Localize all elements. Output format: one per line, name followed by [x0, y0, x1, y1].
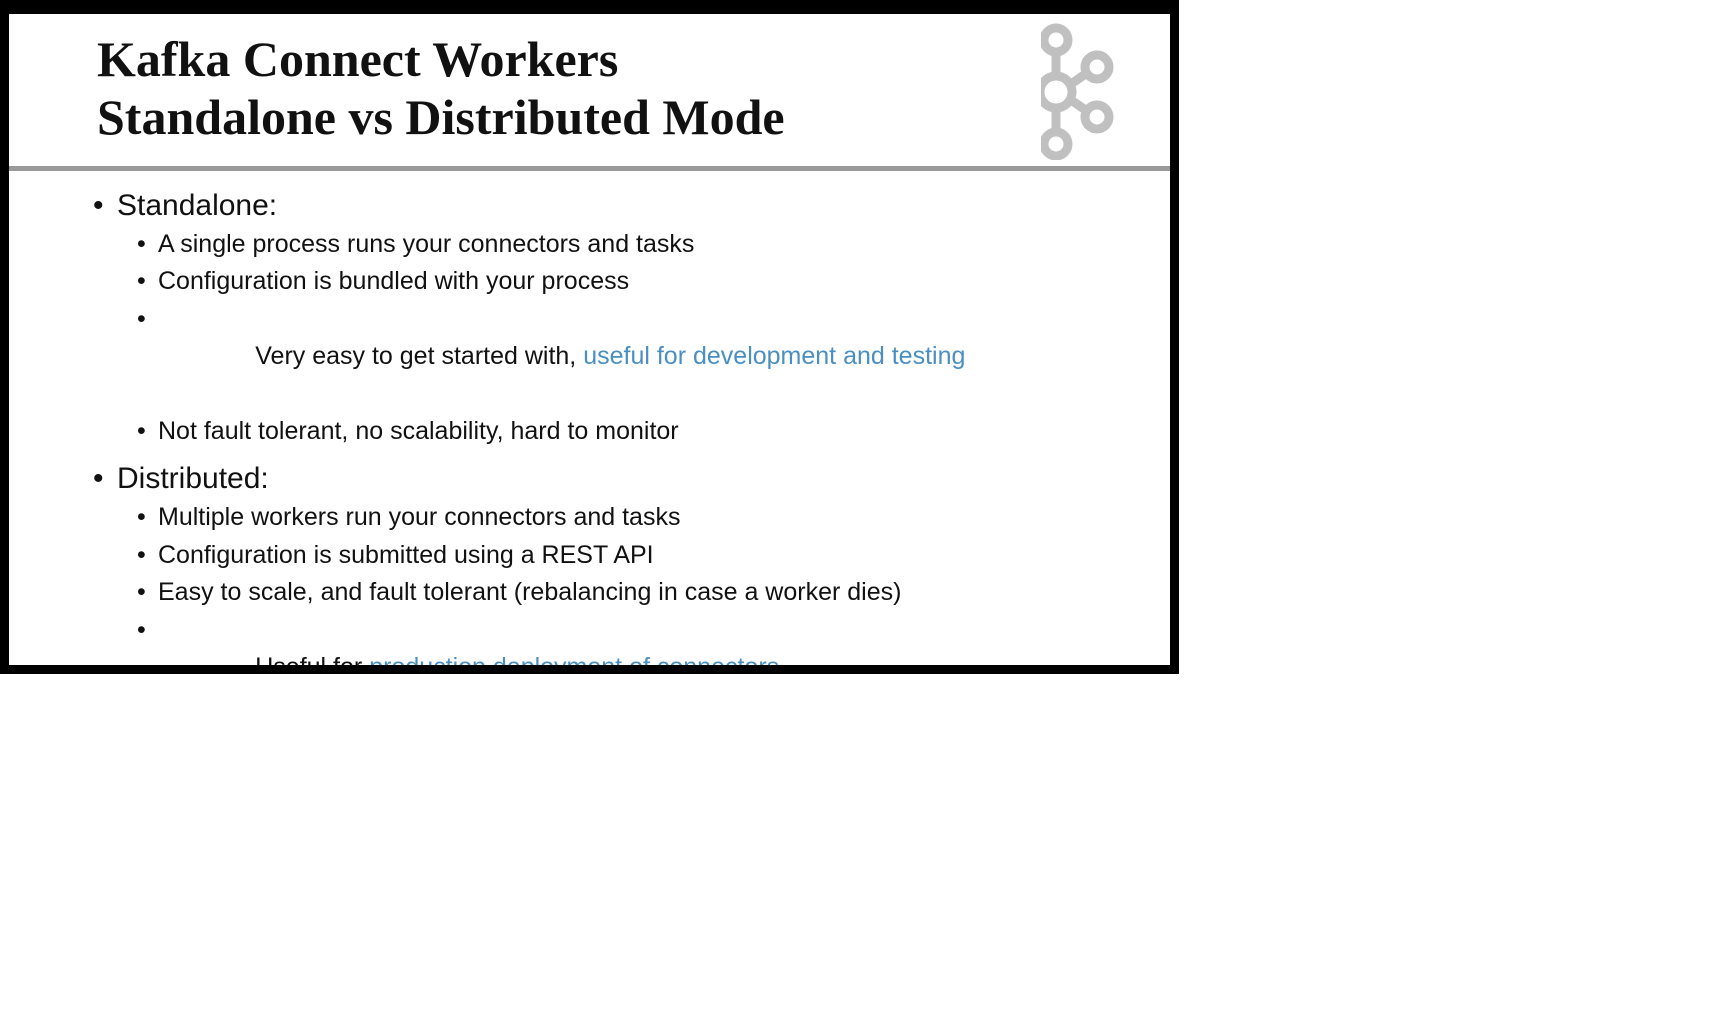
title-divider — [9, 166, 1170, 171]
item-text: A single process runs your connectors an… — [158, 230, 695, 258]
bullet-glyph: • — [137, 417, 146, 446]
section-standalone: • Standalone: • A single process runs yo… — [93, 186, 1153, 450]
section-distributed: • Distributed: • Multiple workers run yo… — [93, 459, 1153, 665]
title-line-1: Kafka Connect Workers — [97, 31, 619, 87]
bullet-glyph: • — [93, 189, 104, 222]
list-item: • Not fault tolerant, no scalability, ha… — [137, 413, 1153, 450]
bullet-glyph: • — [93, 462, 104, 496]
heading-text: Standalone: — [117, 189, 278, 222]
section-heading: • Distributed: — [93, 459, 1153, 499]
list-item: • Easy to scale, and fault tolerant (reb… — [137, 574, 1153, 611]
item-text: Not fault tolerant, no scalability, hard… — [158, 417, 679, 446]
slide: Kafka Connect Workers Standalone vs Dist… — [9, 14, 1170, 665]
presentation-frame: Kafka Connect Workers Standalone vs Dist… — [0, 0, 1179, 674]
slide-title: Kafka Connect Workers Standalone vs Dist… — [97, 30, 785, 146]
bullet-list: • Multiple workers run your connectors a… — [93, 499, 1153, 665]
bullet-glyph: • — [137, 304, 146, 333]
item-text: Configuration is bundled with your proce… — [158, 267, 630, 296]
slide-body: • Standalone: • A single process runs yo… — [93, 186, 1153, 665]
title-line-2: Standalone vs Distributed Mode — [97, 89, 785, 145]
list-item: • Configuration is submitted using a RES… — [137, 537, 1153, 574]
list-item: • Multiple workers run your connectors a… — [137, 499, 1153, 536]
bullet-glyph: • — [137, 540, 146, 569]
kafka-logo-icon — [1041, 23, 1114, 160]
item-text: Very easy to get started with, — [255, 342, 584, 371]
list-item: • Useful for production deployment of co… — [137, 612, 1153, 665]
item-text: Configuration is submitted using a REST … — [158, 540, 654, 569]
bullet-glyph: • — [137, 503, 146, 532]
list-item: • Very easy to get started with, useful … — [137, 301, 1153, 413]
item-highlight: useful for development and testing — [583, 342, 966, 371]
bullet-glyph: • — [137, 578, 146, 607]
section-heading: • Standalone: — [93, 186, 1153, 226]
bullet-glyph: • — [137, 615, 146, 644]
bullet-list: • A single process runs your connectors … — [93, 226, 1153, 450]
item-text: Useful for — [255, 653, 369, 665]
item-text: Multiple workers run your connectors and… — [158, 503, 681, 532]
bullet-glyph: • — [137, 230, 146, 258]
heading-text: Distributed: — [117, 462, 269, 496]
item-highlight: production deployment of connectors — [369, 653, 779, 665]
bullet-glyph: • — [137, 267, 146, 296]
list-item: • Configuration is bundled with your pro… — [137, 263, 1153, 300]
item-text: Easy to scale, and fault tolerant (rebal… — [158, 578, 902, 607]
list-item: • A single process runs your connectors … — [137, 226, 1153, 263]
